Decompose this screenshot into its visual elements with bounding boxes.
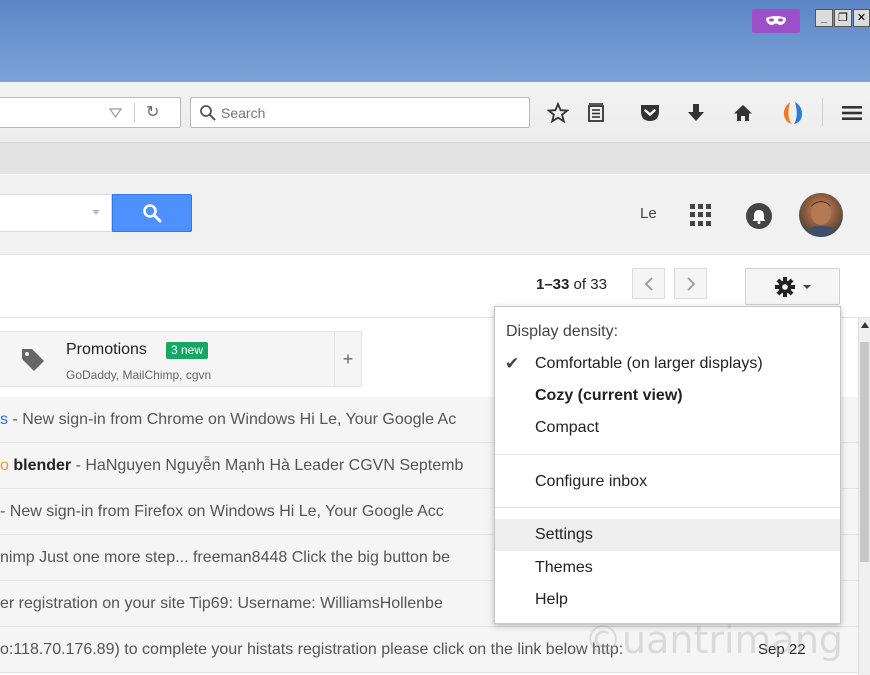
bookmark-star-icon[interactable] bbox=[546, 101, 570, 125]
chevron-right-icon bbox=[686, 276, 695, 291]
url-bar-separator bbox=[134, 103, 135, 123]
scrollbar[interactable] bbox=[858, 318, 870, 675]
minimize-button[interactable]: _ bbox=[815, 9, 833, 27]
toolbar-divider bbox=[822, 98, 823, 126]
menu-item-help[interactable]: Help bbox=[495, 584, 840, 616]
checkmark-icon: ✔ bbox=[505, 354, 520, 373]
search-input[interactable] bbox=[221, 103, 511, 123]
sync-flame-icon[interactable] bbox=[781, 101, 805, 125]
chevron-down-icon bbox=[802, 284, 811, 289]
newer-button[interactable] bbox=[632, 268, 665, 299]
chevron-left-icon bbox=[644, 276, 653, 291]
window-titlebar: _ ❐ ✕ bbox=[0, 0, 870, 82]
history-dropdown-icon[interactable] bbox=[109, 107, 122, 119]
maximize-button[interactable]: ❐ bbox=[834, 9, 852, 27]
email-subject: - HaNguyen Nguyễn Mạnh Hà Leader CGVN Se… bbox=[71, 457, 464, 474]
email-sender-fragment: o bbox=[0, 457, 9, 474]
tab-promotions-senders: GoDaddy, MailChimp, cgvn bbox=[66, 368, 212, 382]
older-button[interactable] bbox=[674, 268, 707, 299]
menu-item-configure-inbox[interactable]: Configure inbox bbox=[495, 466, 840, 498]
tag-icon bbox=[22, 349, 44, 371]
home-icon[interactable] bbox=[731, 101, 755, 125]
pagination-total: of 33 bbox=[573, 276, 607, 293]
download-icon[interactable] bbox=[684, 101, 708, 125]
menu-item-label: Comfortable (on larger displays) bbox=[535, 355, 763, 372]
close-button[interactable]: ✕ bbox=[853, 9, 870, 27]
gear-icon bbox=[774, 276, 795, 297]
mail-search-button[interactable] bbox=[112, 194, 192, 232]
add-tab-button[interactable]: + bbox=[335, 331, 362, 387]
menu-item-cozy[interactable]: Cozy (current view) bbox=[495, 380, 840, 412]
menu-divider bbox=[495, 507, 840, 508]
menu-item-label: Cozy (current view) bbox=[535, 387, 683, 404]
private-browsing-mask-icon[interactable] bbox=[752, 9, 800, 33]
menu-item-label: Settings bbox=[535, 526, 593, 543]
settings-menu: Display density: ✔ Comfortable (on large… bbox=[494, 306, 841, 624]
search-options-caret-icon[interactable] bbox=[92, 210, 100, 215]
pagination-text: 1–33 of 33 bbox=[536, 276, 607, 293]
email-sender-fragment: s bbox=[0, 411, 8, 428]
avatar[interactable] bbox=[799, 193, 843, 237]
url-bar[interactable]: ↻ bbox=[0, 97, 181, 128]
scroll-up-arrow-icon[interactable] bbox=[861, 322, 869, 328]
menu-item-label: Compact bbox=[535, 419, 600, 436]
email-subject: er registration on your site Tip69: User… bbox=[0, 595, 443, 612]
email-subject-bold: blender bbox=[13, 457, 72, 474]
email-subject: nimp Just one more step... freeman8448 C… bbox=[0, 549, 451, 566]
email-subject: o:118.70.176.89) to complete your histat… bbox=[0, 641, 624, 658]
watermark: ©uantrimang bbox=[584, 618, 844, 662]
scrollbar-thumb[interactable] bbox=[860, 342, 869, 562]
pocket-icon[interactable] bbox=[638, 101, 662, 125]
email-subject: - New sign-in from Chrome on Windows Hi … bbox=[8, 411, 457, 428]
reading-list-icon[interactable] bbox=[584, 101, 608, 125]
menu-divider bbox=[495, 454, 840, 455]
menu-item-compact[interactable]: Compact bbox=[495, 412, 840, 444]
menu-item-label: Themes bbox=[535, 559, 593, 576]
search-icon bbox=[143, 204, 162, 223]
menu-item-comfortable[interactable]: ✔ Comfortable (on larger displays) bbox=[495, 348, 840, 380]
search-icon bbox=[200, 105, 216, 121]
tab-promotions-title: Promotions bbox=[66, 341, 147, 358]
tab-promotions[interactable]: Promotions 3 new GoDaddy, MailChimp, cgv… bbox=[0, 331, 335, 387]
email-subject: - New sign-in from Firefox on Windows Hi… bbox=[0, 503, 444, 520]
new-count-badge: 3 new bbox=[166, 342, 209, 359]
apps-grid-icon[interactable] bbox=[690, 204, 712, 226]
notifications-bell-icon[interactable] bbox=[746, 203, 772, 229]
bookmarks-strip bbox=[0, 142, 870, 174]
mail-search-field[interactable] bbox=[0, 194, 112, 232]
user-name[interactable]: Le bbox=[640, 205, 657, 222]
menu-item-label: Configure inbox bbox=[535, 473, 648, 490]
menu-item-themes[interactable]: Themes bbox=[495, 552, 840, 584]
gmail-header: Le bbox=[0, 175, 870, 255]
browser-toolbar: ↻ bbox=[0, 82, 870, 174]
menu-item-label: Help bbox=[535, 591, 568, 608]
browser-search-bar[interactable] bbox=[190, 97, 530, 128]
settings-gear-button[interactable] bbox=[745, 268, 840, 305]
hamburger-menu-icon[interactable] bbox=[840, 101, 864, 125]
menu-item-settings[interactable]: Settings bbox=[495, 519, 840, 551]
display-density-header: Display density: bbox=[506, 323, 619, 340]
reload-icon[interactable]: ↻ bbox=[146, 102, 159, 122]
pagination-range: 1–33 bbox=[536, 276, 570, 293]
